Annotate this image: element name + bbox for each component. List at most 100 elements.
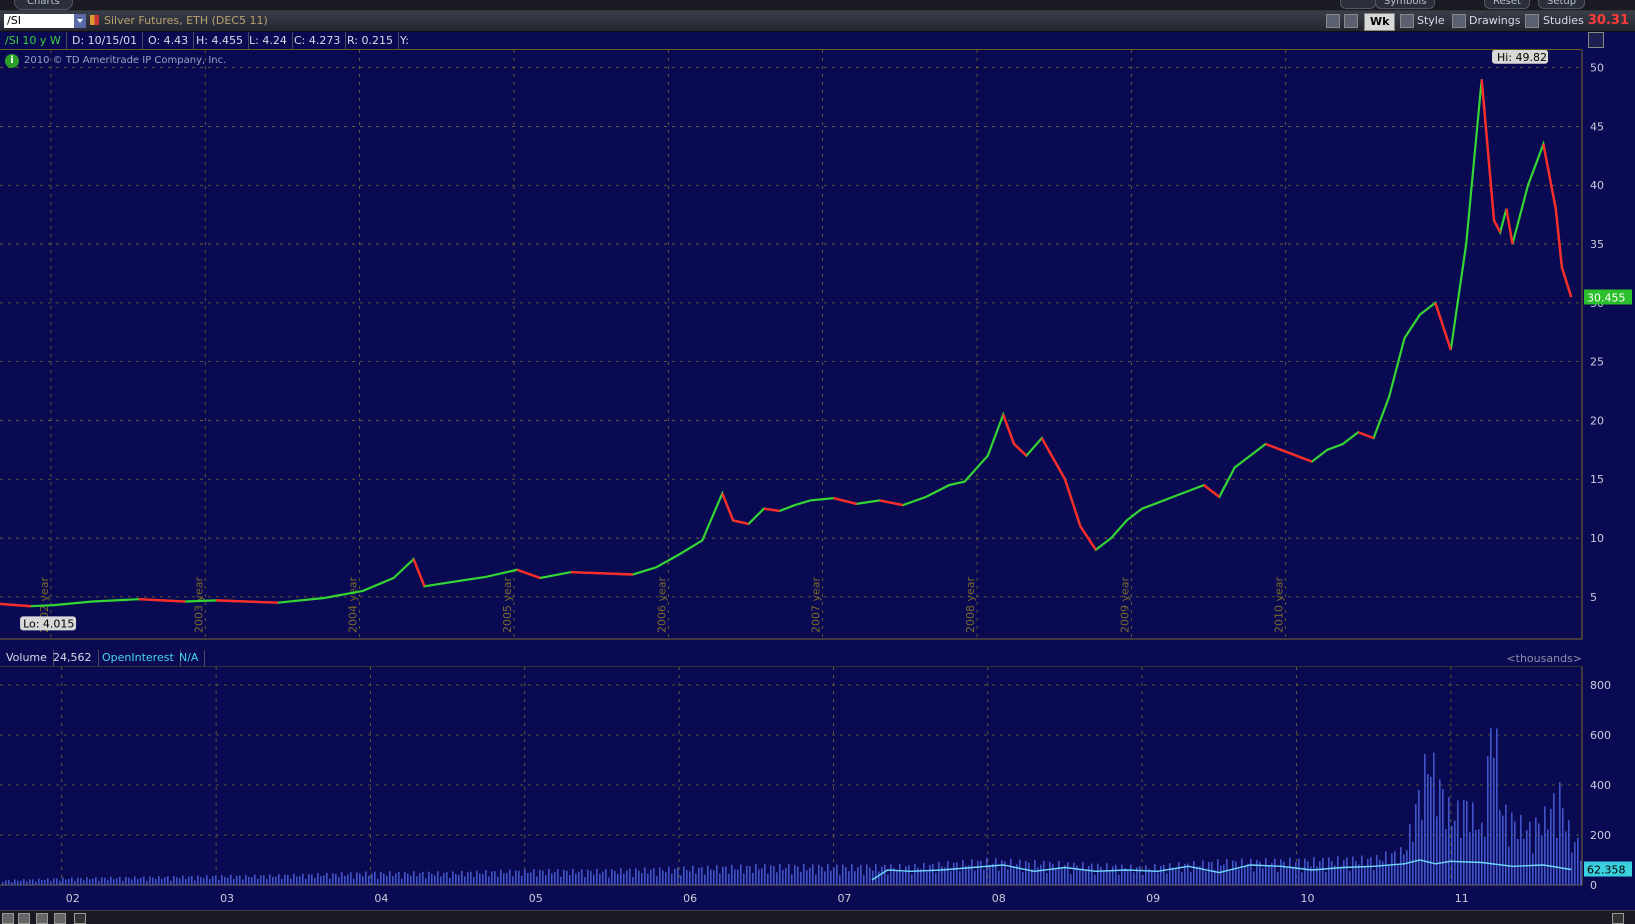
volume-bar [584,877,586,885]
grid-icon[interactable] [36,913,48,924]
pan-icon[interactable] [1344,14,1358,28]
volume-bar [509,869,511,885]
layout-icon[interactable] [2,913,14,924]
price-chart[interactable]: 51015202530354045502002 year2003 year200… [0,50,1635,650]
volume-bar [1109,871,1111,885]
volume-bar [881,866,883,885]
volume-bar [149,876,151,885]
volume-bar [1532,853,1534,885]
volume-bar [1439,779,1441,885]
volume-bar [695,873,697,885]
volume-bar [344,876,346,885]
zoom-icon[interactable] [1326,14,1340,28]
volume-bar [986,857,988,885]
volume-x-tick-label: 11 [1455,892,1469,905]
tab-charts[interactable]: Charts [14,0,73,10]
volume-bar [386,875,388,885]
price-down-segment [1542,143,1557,209]
chevron-down-icon[interactable] [74,14,86,28]
volume-bar [17,880,19,885]
volume-bar [392,875,394,885]
price-y-tick-label: 45 [1590,120,1604,133]
volume-bar [1223,864,1225,885]
volume-bar [707,865,709,885]
scroll-left-icon[interactable] [74,913,86,924]
volume-bar [737,869,739,885]
chart-settings-icon[interactable] [1588,32,1604,48]
volume-bar [1040,864,1042,885]
volume-bar [200,877,202,885]
price-down-segment [1492,219,1502,233]
volume-bar [1433,752,1435,885]
scroll-right-icon[interactable] [1612,913,1624,924]
drawings-icon[interactable] [1452,14,1466,28]
volume-bar [269,874,271,885]
volume-bar [1496,728,1498,885]
volume-bar [1241,858,1243,885]
chart-toolbar: /SI Silver Futures, ETH (DEC5 11) Wk Sty… [0,11,1635,32]
volume-bar [908,865,910,885]
volume-bar [116,878,118,885]
link-icon[interactable] [1340,0,1376,9]
style-button[interactable]: Style [1417,13,1445,29]
volume-bar [578,871,580,885]
volume-bar [107,879,109,885]
draw-icon[interactable] [54,913,66,924]
volume-bar [1319,861,1321,885]
volume-chart[interactable]: 200 400 600 800 0 02 03 04 05 06 07 08 09 10 11 62.358 [0,667,1635,909]
style-icon[interactable] [1400,14,1414,28]
volume-bar [1265,858,1267,885]
volume-bar [1202,860,1204,885]
drawings-button[interactable]: Drawings [1469,13,1520,29]
volume-bar [1562,808,1564,885]
volume-bar [56,878,58,885]
volume-bar [773,866,775,885]
studies-icon[interactable] [1525,14,1539,28]
volume-x-tick-label: 03 [220,892,234,905]
volume-bar [275,876,277,885]
volume-bar [128,877,130,885]
volume-bar [680,875,682,885]
volume-bar [470,871,472,885]
reset-button[interactable]: Reset [1484,0,1530,9]
volume-bar [176,877,178,885]
volume-bar [1280,859,1282,885]
volume-bar [629,868,631,885]
volume-bar [359,873,361,885]
volume-bar [677,867,679,885]
volume-bar [1289,857,1291,885]
volume-bar [689,871,691,885]
volume-bar [1451,825,1453,885]
volume-bar [254,874,256,885]
aggregation-button[interactable]: Wk [1364,13,1396,31]
symbol-input[interactable]: /SI [4,14,74,28]
open-interest-label: OpenInterest [96,650,181,666]
volume-bar [572,868,574,885]
volume-bar [830,870,832,885]
price-down-segment [138,597,186,603]
volume-bar [1355,861,1357,885]
volume-bar [1502,815,1504,885]
chart-label[interactable]: /SI 10 y W [0,32,67,49]
price-down-segment [1480,79,1496,221]
price-down-segment [516,568,541,580]
volume-bar [749,866,751,885]
volume-bar [1457,800,1459,885]
volume-bar [557,869,559,885]
volume-bar [1472,802,1474,885]
volume-bar [1340,866,1342,885]
price-down-segment [879,499,904,507]
volume-bar [1424,753,1426,885]
setup-button[interactable]: Setup [1538,0,1586,9]
price-down-segment [571,570,602,575]
volume-bar [812,864,814,885]
studies-button[interactable]: Studies [1543,13,1584,29]
symbols-button[interactable]: Symbols [1375,0,1436,9]
volume-bar [683,866,685,885]
volume-bar [731,864,733,885]
volume-bar [1001,860,1003,885]
chart-info-bar: /SI 10 y W D: 10/15/01 O: 4.43 H: 4.455 … [0,32,1582,50]
settings-icon[interactable] [18,913,30,924]
volume-bar [518,870,520,885]
volume-y-tick-label: 200 [1590,829,1611,842]
